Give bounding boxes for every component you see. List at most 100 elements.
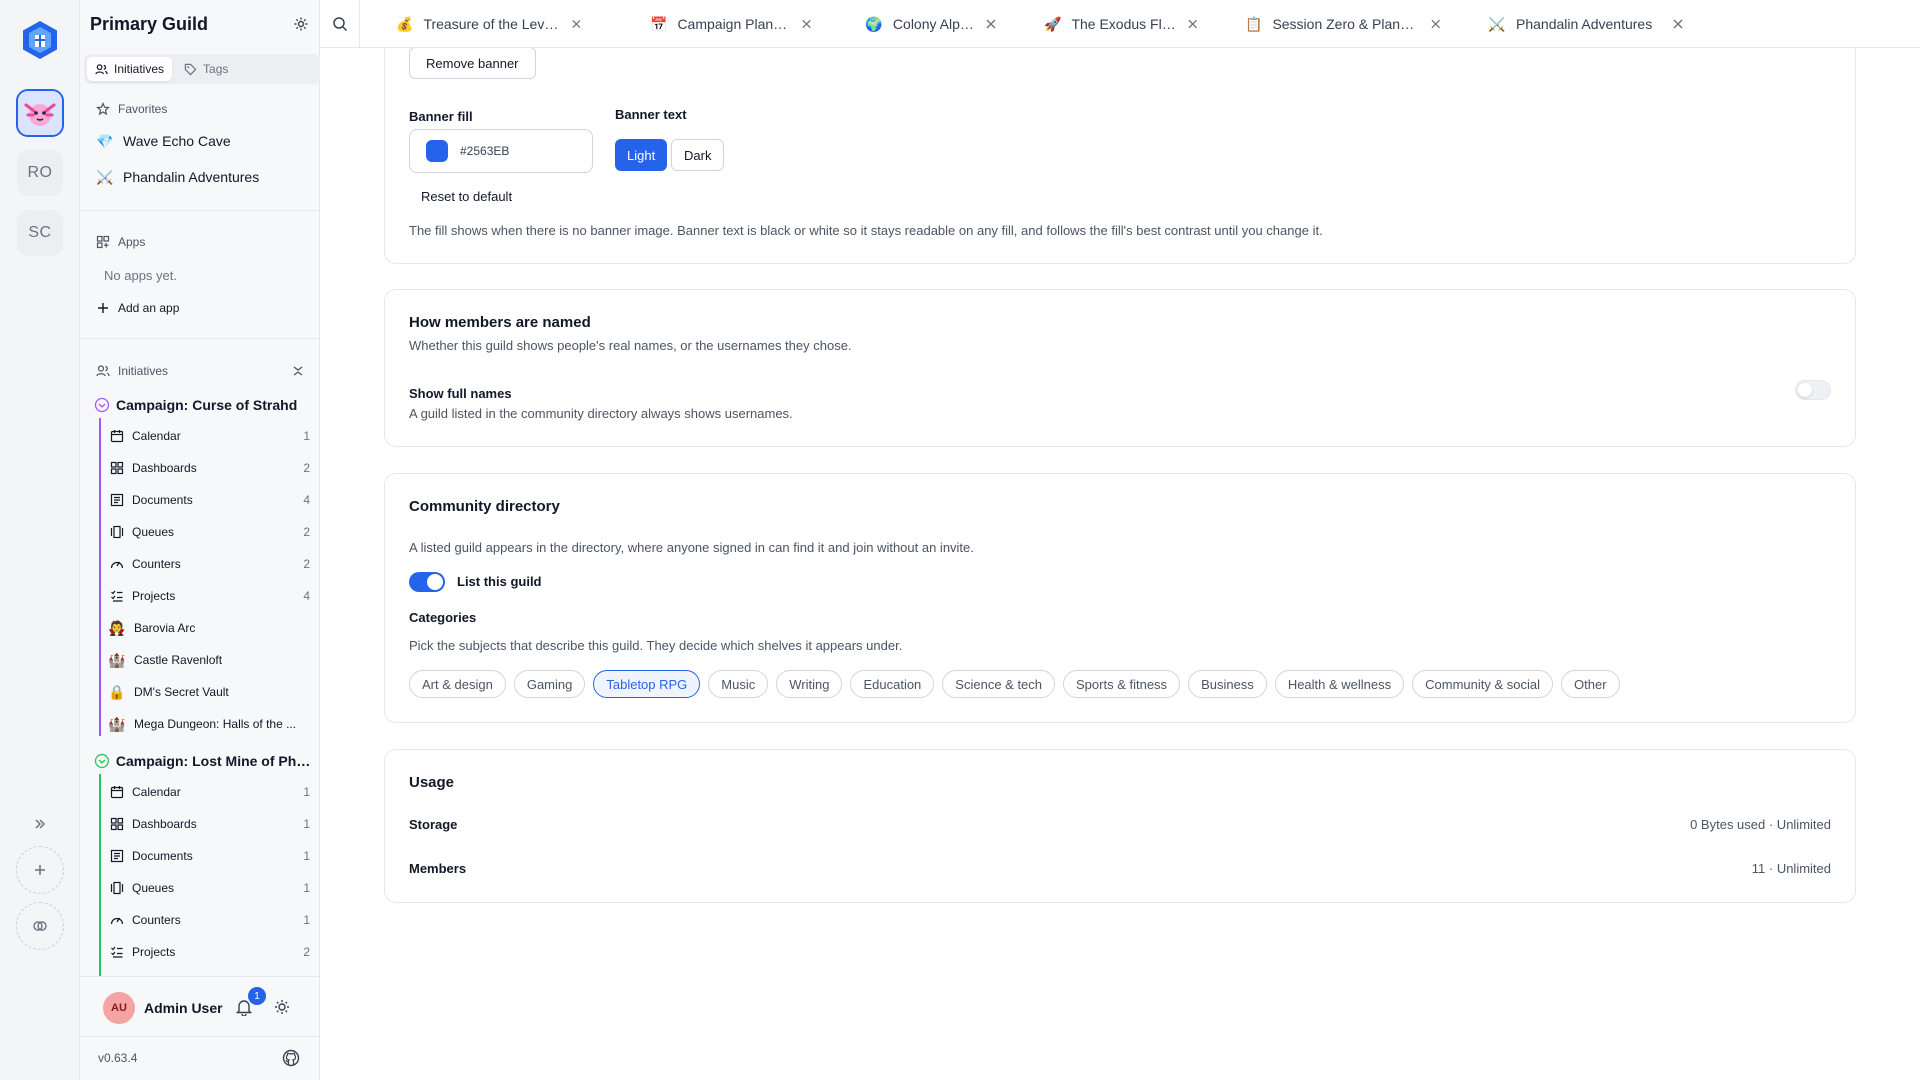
item-label: Dashboards [132,461,197,475]
add-app-button[interactable]: Add an app [96,299,179,317]
category-chip[interactable]: Other [1561,670,1620,698]
collapse-all-icon[interactable] [292,365,304,377]
color-swatch[interactable] [426,140,448,162]
initiative-space-item[interactable]: 🏰 Mega Dungeon: Halls of the ... [108,714,308,734]
tab-the-exodus-fleet[interactable]: 🚀 The Exodus Fleet [1044,0,1198,48]
directory-subtitle: A listed guild appears in the directory,… [409,540,974,555]
item-count: 1 [303,849,310,863]
queues-icon [110,881,124,895]
settings-gear-icon[interactable] [293,16,309,32]
favorite-item[interactable]: 💎 Wave Echo Cave [96,130,230,152]
initiative-space-item[interactable]: 🏰 Castle Ravenloft [108,650,308,670]
guild-avatar-primary[interactable] [16,89,64,137]
initiative-item-queues[interactable]: Queues 1 [110,878,310,898]
initiative-item-calendar[interactable]: Calendar 1 [110,782,310,802]
category-chip[interactable]: Business [1188,670,1267,698]
tab-treasure-of-the-leviathan[interactable]: 💰 Treasure of the Leviath... [396,0,582,48]
user-footer: AU Admin User 1 [80,976,320,1036]
close-icon[interactable] [985,18,997,30]
chevron-down-icon [94,753,110,769]
community-directory-card: Community directory A listed guild appea… [384,473,1856,723]
initiative-lost-mine[interactable]: Campaign: Lost Mine of Pha... [94,750,314,772]
initiative-item-counters[interactable]: Counters 1 [110,910,310,930]
guild-avatar[interactable]: RO [17,150,63,196]
banner-text-dark-button[interactable]: Dark [671,139,725,171]
initiative-space-item[interactable]: 🧛 Barovia Arc [108,618,308,638]
banner-help-text: The fill shows when there is no banner i… [409,223,1323,238]
category-chip[interactable]: Science & tech [942,670,1056,698]
tab-initiatives[interactable]: Initiatives [87,57,173,81]
initiative-item-calendar[interactable]: Calendar 1 [110,426,310,446]
favorite-item[interactable]: ⚔️ Phandalin Adventures [96,166,259,188]
category-chip[interactable]: Education [850,670,935,698]
avatar[interactable]: AU [103,992,135,1024]
category-chip[interactable]: Health & wellness [1274,670,1405,698]
member-naming-card: How members are named Whether this guild… [384,289,1856,447]
initiative-item-projects[interactable]: Projects 2 [110,942,310,962]
list-guild-toggle[interactable] [409,572,445,592]
banner-text-light-button[interactable]: Light [615,139,668,171]
category-chip[interactable]: Music [708,670,769,698]
tab-bar: 💰 Treasure of the Leviath... 📅 Campaign … [320,0,1920,48]
user-name[interactable]: Admin User [144,1000,223,1016]
app-logo-icon[interactable] [18,18,62,62]
item-label: Queues [132,881,175,895]
notification-badge: 1 [248,987,266,1005]
gem-icon: 💎 [96,132,114,149]
theme-toggle-icon[interactable] [274,999,290,1015]
tab-label: Campaign Planning [677,16,791,32]
tab-campaign-planning[interactable]: 📅 Campaign Planning [650,0,812,48]
close-icon[interactable] [1430,18,1441,30]
tab-session-zero-planning[interactable]: 📋 Session Zero & Planning [1245,0,1441,48]
initiative-space-item[interactable]: 🔒 DM's Secret Vault [108,682,308,702]
castle-icon: 🏰 [108,715,126,732]
guild-avatar[interactable]: SC [17,210,63,256]
usage-card: Usage Storage 0 Bytes used · Unlimited M… [384,749,1856,903]
tab-colony-alpha[interactable]: 🌍 Colony Alpha [865,0,997,48]
item-count: 2 [303,557,310,571]
initiative-item-documents[interactable]: Documents 1 [110,846,310,866]
close-icon[interactable] [571,18,582,30]
list-guild-label: List this guild [457,574,542,589]
initiative-item-dashboards[interactable]: Dashboards 1 [110,814,310,834]
sidebar-tabs: Initiatives Tags [84,54,320,84]
remove-banner-button[interactable]: Remove banner [409,48,536,79]
initiative-item-projects[interactable]: Projects 4 [110,586,310,606]
category-chip[interactable]: Community & social [1412,670,1554,698]
discover-guilds-button[interactable] [16,902,64,950]
tab-phandalin-adventures[interactable]: ⚔️ Phandalin Adventures [1488,0,1684,48]
initiative-item-counters[interactable]: Counters 2 [110,554,310,574]
version-text: v0.63.4 [98,1051,138,1065]
category-chip[interactable]: Gaming [513,670,586,698]
banner-fill-input[interactable]: #2563EB [409,129,593,173]
expand-rail-icon[interactable] [28,812,52,836]
favorites-header: Favorites [96,100,167,118]
show-full-names-toggle[interactable] [1795,380,1831,400]
dashboard-icon [110,817,124,831]
close-icon[interactable] [801,18,812,30]
item-count: 2 [303,945,310,959]
close-icon[interactable] [1187,18,1198,30]
initiative-item-dashboards[interactable]: Dashboards 2 [110,458,310,478]
initiative-item-queues[interactable]: Queues 2 [110,522,310,542]
search-button[interactable] [320,0,360,48]
initiative-curse-of-strahd[interactable]: Campaign: Curse of Strahd [94,394,314,416]
category-chip[interactable]: Writing [776,670,843,698]
tab-label: Treasure of the Leviath... [423,16,561,32]
users-icon [95,63,108,74]
category-chip[interactable]: Sports & fitness [1063,670,1181,698]
category-chip[interactable]: Art & design [409,670,506,698]
initiative-item-documents[interactable]: Documents 4 [110,490,310,510]
castle-icon: 🏰 [108,651,126,668]
tab-tags[interactable]: Tags [176,57,236,81]
github-icon[interactable] [282,1049,300,1067]
favorite-label: Phandalin Adventures [123,169,260,185]
banner-fill-value: #2563EB [460,144,510,158]
category-chip-selected[interactable]: Tabletop RPG [593,670,701,698]
close-icon[interactable] [1672,18,1684,30]
reset-default-button[interactable]: Reset to default [421,189,512,204]
search-icon [332,17,347,32]
add-guild-button[interactable] [16,846,64,894]
item-label: DM's Secret Vault [134,685,229,699]
item-label: Projects [132,589,176,603]
